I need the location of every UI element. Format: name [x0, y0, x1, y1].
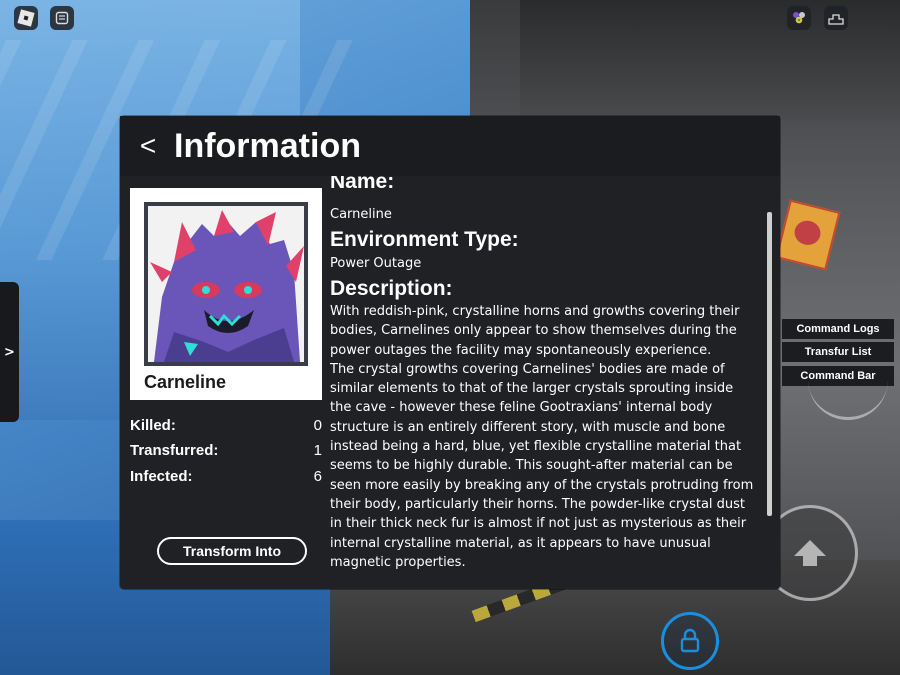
environment-heading: Environment Type:: [330, 228, 519, 251]
infected-label: Infected:: [130, 468, 193, 485]
transfur-list-button[interactable]: Transfur List: [782, 342, 894, 362]
command-logs-button[interactable]: Command Logs: [782, 319, 894, 339]
leaderboard-icon[interactable]: [824, 6, 848, 30]
shift-lock-icon: [680, 628, 700, 653]
back-button[interactable]: <: [136, 128, 160, 164]
character-portrait: [144, 202, 308, 366]
info-scroll-area[interactable]: Name: Carneline Environment Type: Power …: [330, 176, 760, 576]
side-panel-toggle[interactable]: >: [0, 282, 19, 422]
transfurred-value: 1: [313, 442, 322, 459]
page-title: Information: [174, 127, 361, 165]
scrollbar[interactable]: [767, 212, 772, 516]
killed-value: 0: [313, 417, 322, 434]
character-name: Carneline: [144, 372, 227, 392]
panel-header: < Information: [120, 116, 780, 176]
description-text: With reddish-pink, crystalline horns and…: [330, 304, 754, 570]
name-heading: Name:: [330, 176, 395, 193]
shift-lock-button[interactable]: [661, 612, 719, 670]
killed-label: Killed:: [130, 417, 176, 434]
transfurred-label: Transfurred:: [130, 442, 219, 459]
jump-arrow-icon: [794, 540, 826, 566]
chevron-right-icon: >: [4, 344, 15, 360]
environment-value: Power Outage: [330, 256, 422, 271]
transform-into-button[interactable]: Transform Into: [157, 537, 307, 565]
name-value: Carneline: [330, 207, 392, 222]
description-heading: Description:: [330, 277, 453, 300]
chat-icon[interactable]: [50, 6, 74, 30]
information-panel: < Information Carneline Killed: 0 Transf…: [120, 116, 780, 589]
infected-value: 6: [313, 468, 322, 485]
roblox-menu-icon[interactable]: [14, 6, 38, 30]
character-card: Carneline: [130, 188, 322, 400]
emote-icon[interactable]: [787, 6, 811, 30]
